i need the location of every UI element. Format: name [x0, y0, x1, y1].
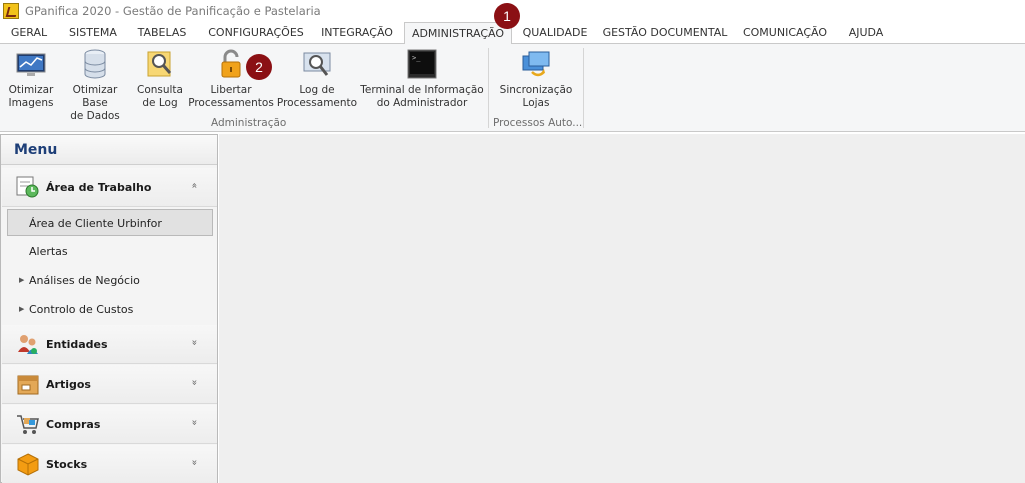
cart-icon: [16, 412, 40, 436]
svg-text:>_: >_: [412, 54, 421, 62]
log-de-processamento-button[interactable]: Log de Processamento: [276, 48, 358, 110]
ribbon-panel: Otimizar Imagens Otimizar Base de Dados …: [0, 44, 1025, 132]
tab-qualidade[interactable]: QUALIDADE: [518, 22, 592, 44]
cube-icon: [16, 452, 40, 476]
workspace-clock-icon: [16, 175, 40, 199]
chevron-down-icon[interactable]: »: [188, 419, 199, 425]
sidebar-group-area-de-trabalho[interactable]: Área de Trabalho «: [2, 168, 217, 207]
sync-stores-icon: [520, 48, 552, 80]
database-icon: [79, 48, 111, 80]
chevron-up-icon[interactable]: «: [188, 182, 199, 188]
otimizar-imagens-button[interactable]: Otimizar Imagens: [6, 48, 56, 110]
tab-sistema[interactable]: SISTEMA: [62, 22, 124, 44]
terminal-icon: >_: [406, 48, 438, 80]
app-logo-icon: [3, 3, 19, 19]
box-icon: [16, 372, 40, 396]
otimizar-base-de-dados-button[interactable]: Otimizar Base de Dados: [60, 48, 130, 123]
tab-configuracoes[interactable]: CONFIGURAÇÕES: [200, 22, 312, 44]
chart-monitor-icon: [15, 48, 47, 80]
callout-badge-2: 2: [246, 54, 272, 80]
sidebar-menu: Menu Área de Trabalho « Área de Cliente …: [0, 134, 218, 483]
log-search-icon: [144, 48, 176, 80]
people-icon: [16, 332, 40, 356]
chevron-down-icon[interactable]: »: [188, 459, 199, 465]
callout-badge-1: 1: [494, 3, 520, 29]
tab-comunicacao[interactable]: COMUNICAÇÃO: [738, 22, 832, 44]
sidebar-group-entidades[interactable]: Entidades »: [2, 325, 217, 364]
terminal-de-informacao-button[interactable]: >_ Terminal de Informação do Administrad…: [360, 48, 484, 110]
menu-title: Menu: [1, 135, 217, 165]
tab-geral[interactable]: GERAL: [4, 22, 54, 44]
group-label-administracao: Administração: [211, 117, 287, 129]
sincronizacao-lojas-button[interactable]: Sincronização Lojas: [496, 48, 576, 110]
tab-gestao-documental[interactable]: GESTÃO DOCUMENTAL: [602, 22, 728, 44]
chevron-down-icon[interactable]: »: [188, 339, 199, 345]
sidebar-group-stocks[interactable]: Stocks »: [2, 445, 217, 483]
sidebar-group-artigos[interactable]: Artigos »: [2, 365, 217, 404]
chevron-down-icon[interactable]: »: [188, 379, 199, 385]
sidebar-item-analises-de-negocio[interactable]: ▶ Análises de Negócio: [7, 267, 213, 294]
tab-integracao[interactable]: INTEGRAÇÃO: [316, 22, 398, 44]
expand-arrow-icon: ▶: [19, 276, 25, 284]
tab-tabelas[interactable]: TABELAS: [132, 22, 192, 44]
sidebar-item-controlo-de-custos[interactable]: ▶ Controlo de Custos: [7, 296, 213, 323]
sidebar-group-compras[interactable]: Compras »: [2, 405, 217, 444]
sidebar-item-area-de-cliente-urbinfor[interactable]: Área de Cliente Urbinfor: [7, 209, 213, 236]
ribbon-group-divider: [488, 48, 489, 128]
tab-ajuda[interactable]: AJUDA: [842, 22, 890, 44]
ribbon-group-divider: [583, 48, 584, 128]
group-label-processos-auto: Processos Auto...: [493, 117, 583, 129]
monitor-search-icon: [301, 48, 333, 80]
sidebar-item-alertas[interactable]: Alertas: [7, 238, 213, 265]
tab-administracao[interactable]: ADMINISTRAÇÃO: [404, 22, 512, 45]
expand-arrow-icon: ▶: [19, 305, 25, 313]
consulta-de-log-button[interactable]: Consulta de Log: [134, 48, 186, 110]
window-title: GPanifica 2020 - Gestão de Panificação e…: [25, 4, 321, 18]
padlock-icon: [215, 48, 247, 80]
main-content-area: [219, 134, 1025, 483]
